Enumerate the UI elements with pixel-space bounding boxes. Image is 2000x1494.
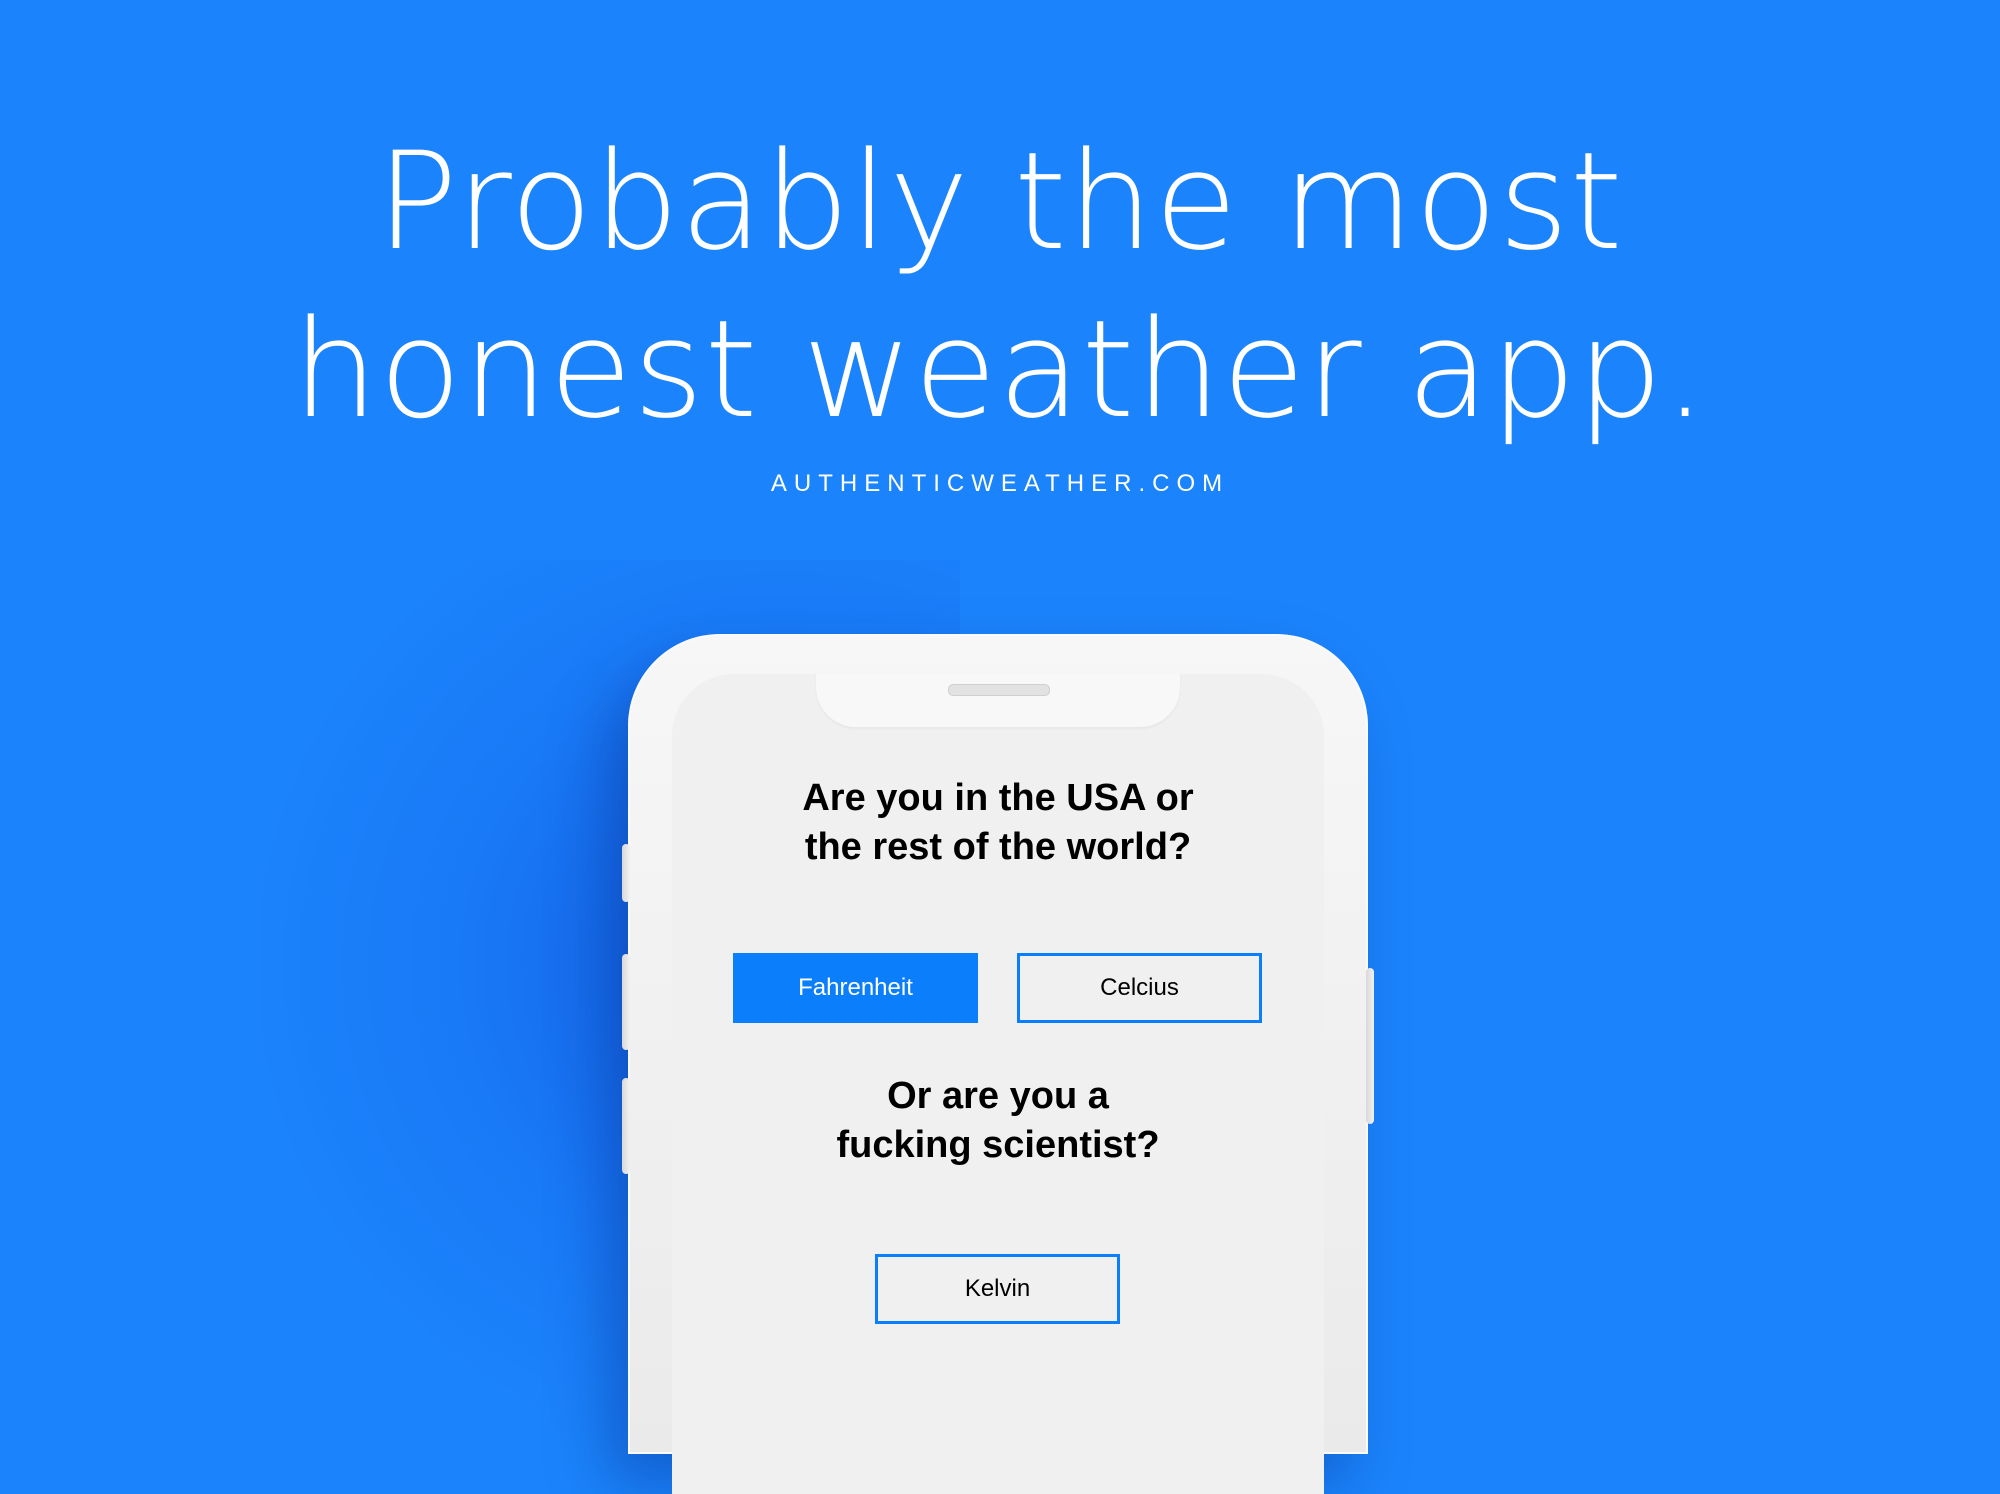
phone-volume-down-button [622,1078,630,1174]
speaker-grille [948,684,1050,696]
question-region: Are you in the USA or the rest of the wo… [672,774,1324,872]
celcius-button[interactable]: Celcius [1017,953,1262,1023]
headline: Probably the most honest weather app. [0,118,2000,454]
phone-mockup [622,634,1374,1494]
phone-notch [816,674,1180,727]
kelvin-button[interactable]: Kelvin [875,1254,1120,1324]
site-url[interactable]: AUTHENTICWEATHER.COM [0,470,2000,498]
fahrenheit-button[interactable]: Fahrenheit [733,953,978,1023]
question-scientist-line-2: fucking scientist? [836,1124,1160,1166]
phone-power-button [1366,968,1374,1124]
headline-line-2: honest weather app. [292,291,1708,448]
question-region-line-2: the rest of the world? [804,826,1192,868]
question-scientist: Or are you a fucking scientist? [672,1072,1324,1170]
phone-silent-switch [622,844,630,902]
question-region-line-1: Are you in the USA or [802,777,1194,819]
question-scientist-line-1: Or are you a [887,1075,1109,1117]
headline-line-1: Probably the most [376,123,1624,280]
phone-volume-up-button [622,954,630,1050]
